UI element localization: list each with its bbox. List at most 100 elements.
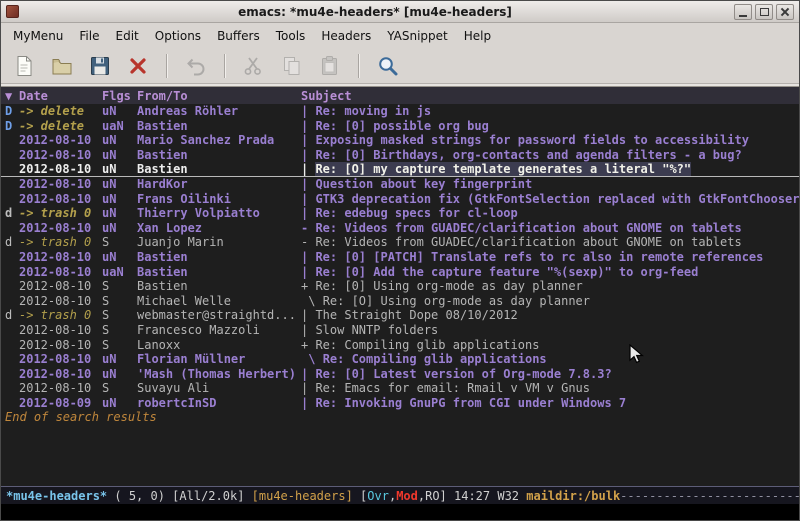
thread-prefix: | — [301, 367, 315, 381]
mark-cell — [5, 250, 19, 265]
search-button[interactable] — [373, 51, 403, 81]
flags-cell: uN — [102, 206, 137, 221]
close-button[interactable] — [776, 4, 794, 20]
subject-cell: - Re: Videos from GUADEC/clarification a… — [301, 235, 799, 250]
message-row[interactable]: 2012-08-10uNBastien| Re: [0] Birthdays, … — [1, 148, 799, 163]
subject-cell: | Question about key fingerprint — [301, 177, 799, 192]
subject-text: Re: [O] Using org-mode as day planner — [323, 294, 590, 308]
date-cell: 2012-08-10 — [19, 279, 102, 294]
date-cell: -> delete — [19, 104, 102, 119]
subject-text: Re: [0] possible org bug — [315, 119, 488, 133]
thread-prefix: \ — [301, 294, 323, 308]
from-cell: HardKor — [137, 177, 301, 192]
toolbar — [1, 48, 799, 84]
subject-cell: \ Re: Compiling glib applications — [301, 352, 799, 367]
thread-prefix: \ — [301, 352, 323, 366]
thread-prefix: - — [301, 221, 315, 235]
sort-indicator-icon: ▼ — [5, 89, 19, 103]
date-cell: -> trash 0 — [19, 235, 102, 250]
mark-cell — [5, 352, 19, 367]
mark-cell: D — [5, 104, 19, 119]
message-row[interactable]: 2012-08-10uaNBastien| Re: [0] Add the ca… — [1, 265, 799, 280]
subject-cell: | Slow NNTP folders — [301, 323, 799, 338]
message-row[interactable]: 2012-08-09uNrobertcInSD| Re: Invoking Gn… — [1, 396, 799, 411]
subject-cell: | Re: [0] Add the capture feature "%(sex… — [301, 265, 799, 280]
open-file-button[interactable] — [47, 51, 77, 81]
column-header-flags[interactable]: Flgs — [102, 89, 137, 103]
message-row[interactable]: 2012-08-10SLanoxx+ Re: Compiling glib ap… — [1, 338, 799, 353]
copy-button[interactable] — [277, 51, 307, 81]
column-header-from[interactable]: From/To — [137, 89, 301, 103]
cut-button[interactable] — [239, 51, 269, 81]
subject-text: The Straight Dope 08/10/2012 — [315, 308, 517, 322]
date-cell: -> trash 0 — [19, 206, 102, 221]
message-row[interactable]: 2012-08-10SFrancesco Mazzoli| Slow NNTP … — [1, 323, 799, 338]
column-header-date[interactable]: Date — [19, 89, 102, 103]
minimize-button[interactable] — [734, 4, 752, 20]
message-row[interactable]: 2012-08-10uNMario Sanchez Prada| Exposin… — [1, 133, 799, 148]
message-row[interactable]: d-> trash 0Swebmaster@straightd...| The … — [1, 308, 799, 323]
menu-options[interactable]: Options — [147, 25, 209, 47]
paste-button[interactable] — [315, 51, 345, 81]
message-row[interactable]: 2012-08-10SSuvayu Ali| Re: Emacs for ema… — [1, 381, 799, 396]
minimize-icon — [739, 15, 747, 17]
flags-cell: uN — [102, 104, 137, 119]
title-bar[interactable]: emacs: *mu4e-headers* [mu4e-headers] — [1, 1, 799, 23]
message-row[interactable]: 2012-08-10uNBastien| Re: [0] [PATCH] Tra… — [1, 250, 799, 265]
from-cell: Xan Lopez — [137, 221, 301, 236]
message-row[interactable]: 2012-08-10SMichael Welle \ Re: [O] Using… — [1, 294, 799, 309]
toolbar-separator — [224, 54, 226, 78]
from-cell: Bastien — [137, 162, 301, 176]
end-of-results: End of search results — [1, 410, 799, 425]
mark-cell — [5, 177, 19, 192]
subject-cell: | Re: [0] Latest version of Org-mode 7.8… — [301, 367, 799, 382]
new-file-button[interactable] — [9, 51, 39, 81]
subject-cell: | GTK3 deprecation fix (GtkFontSelection… — [301, 192, 799, 207]
from-cell: Bastien — [137, 250, 301, 265]
message-row[interactable]: D-> deleteuNAndreas Röhler| Re: moving i… — [1, 104, 799, 119]
mark-cell — [5, 279, 19, 294]
window-menu-icon[interactable] — [6, 5, 19, 18]
thread-prefix: - — [301, 235, 315, 249]
emacs-window: emacs: *mu4e-headers* [mu4e-headers] MyM… — [0, 0, 800, 521]
message-row[interactable]: 2012-08-10uNFlorian Müllner \ Re: Compil… — [1, 352, 799, 367]
menu-mymenu[interactable]: MyMenu — [5, 25, 71, 47]
menu-buffers[interactable]: Buffers — [209, 25, 268, 47]
close-button[interactable] — [123, 51, 153, 81]
message-row[interactable]: 2012-08-10uNXan Lopez- Re: Videos from G… — [1, 221, 799, 236]
undo-button[interactable] — [181, 51, 211, 81]
message-row[interactable]: 2012-08-10uNHardKor| Question about key … — [1, 177, 799, 192]
message-row[interactable]: D-> deleteuaNBastien| Re: [0] possible o… — [1, 119, 799, 134]
menu-tools[interactable]: Tools — [268, 25, 314, 47]
menu-file[interactable]: File — [71, 25, 107, 47]
message-row[interactable]: 2012-08-10uNFrans Oilinki| GTK3 deprecat… — [1, 192, 799, 207]
modeline-dashes: ----------------------------------------… — [620, 489, 799, 503]
from-cell: Andreas Röhler — [137, 104, 301, 119]
subject-cell: | Re: edebug specs for cl-loop — [301, 206, 799, 221]
save-button[interactable] — [85, 51, 115, 81]
flags-cell: S — [102, 338, 137, 353]
message-row[interactable]: 2012-08-10uNBastien| Re: [O] my capture … — [1, 162, 799, 177]
thread-prefix: | — [301, 119, 315, 133]
echo-area[interactable] — [1, 504, 799, 520]
maximize-button[interactable] — [755, 4, 773, 20]
menu-yasnippet[interactable]: YASnippet — [379, 25, 456, 47]
window-controls — [731, 4, 794, 20]
message-row[interactable]: d-> trash 0SJuanjo Marin- Re: Videos fro… — [1, 235, 799, 250]
menu-help[interactable]: Help — [456, 25, 499, 47]
open-file-icon — [50, 54, 74, 78]
flags-cell: S — [102, 381, 137, 396]
column-header-subject[interactable]: Subject — [301, 89, 799, 103]
flags-cell: uN — [102, 250, 137, 265]
message-row[interactable]: 2012-08-10SBastien+ Re: [0] Using org-mo… — [1, 279, 799, 294]
thread-prefix: | — [301, 192, 315, 206]
menu-edit[interactable]: Edit — [108, 25, 147, 47]
modeline-plain: , — [389, 489, 396, 503]
message-row[interactable]: 2012-08-10uN'Mash (Thomas Herbert)| Re: … — [1, 367, 799, 382]
mode-line[interactable]: *mu4e-headers* ( 5, 0) [All/2.0k] [mu4e-… — [1, 486, 799, 504]
message-row[interactable]: d-> trash 0uNThierry Volpiatto| Re: edeb… — [1, 206, 799, 221]
menu-headers[interactable]: Headers — [313, 25, 379, 47]
from-cell: Bastien — [137, 279, 301, 294]
subject-text: Re: [0] Using org-mode as day planner — [315, 279, 582, 293]
mark-cell — [5, 294, 19, 309]
